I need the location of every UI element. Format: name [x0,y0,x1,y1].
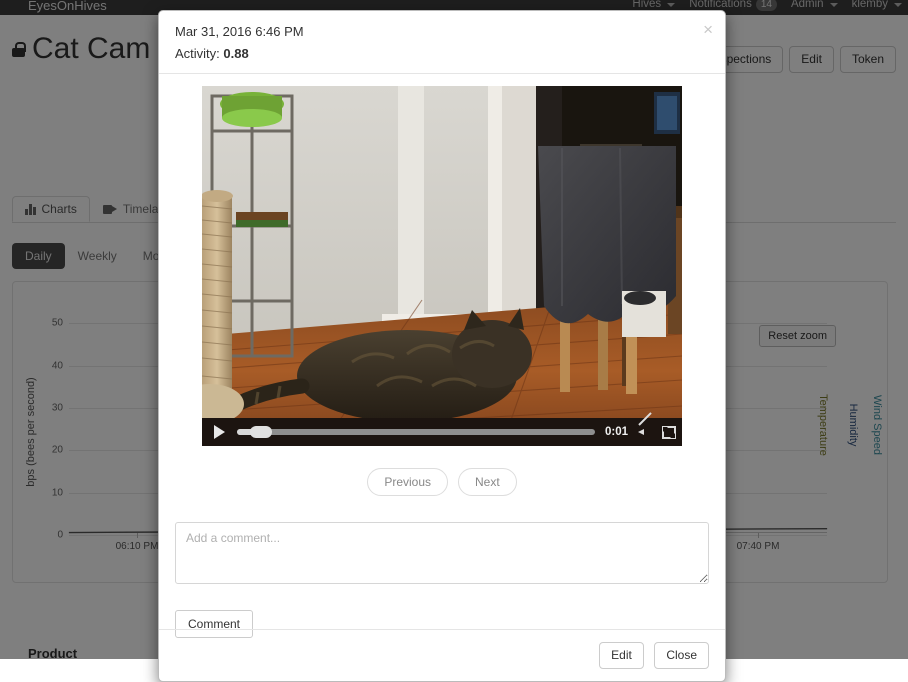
video-frame-image [202,86,682,446]
video-player[interactable]: 0:01 [202,86,682,446]
modal-edit-button[interactable]: Edit [599,642,644,669]
activity-value: 0.88 [223,46,248,61]
comment-input[interactable] [175,522,709,584]
previous-button[interactable]: Previous [367,468,448,496]
mute-icon[interactable] [638,425,654,439]
frame-navigation: Previous Next [175,468,709,496]
modal-body: 0:01 Previous Next Comment [159,74,725,646]
modal-date: Mar 31, 2016 6:46 PM [175,23,709,41]
modal-footer: Edit Close [159,629,725,681]
activity-detail-modal: Mar 31, 2016 6:46 PM Activity: 0.88 × [158,10,726,682]
modal-activity: Activity: 0.88 [175,45,709,63]
video-time-display: 0:01 [603,426,630,438]
modal-header: Mar 31, 2016 6:46 PM Activity: 0.88 × [159,11,725,74]
video-controls: 0:01 [202,418,682,446]
activity-label: Activity: [175,46,220,61]
play-icon[interactable] [214,425,225,439]
next-button[interactable]: Next [458,468,517,496]
video-progress-bar[interactable] [237,429,595,435]
modal-close-button[interactable]: Close [654,642,709,669]
video-scrubber-handle[interactable] [250,426,272,438]
fullscreen-icon[interactable] [662,426,676,439]
close-icon[interactable]: × [703,23,713,37]
